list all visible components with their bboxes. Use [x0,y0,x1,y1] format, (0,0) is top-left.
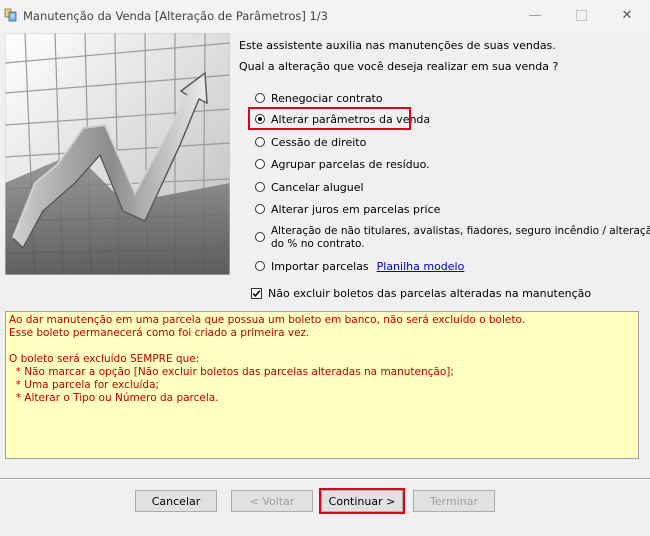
check-icon [252,290,261,298]
radio-button[interactable] [255,137,265,147]
option-label: Cancelar aluguel [271,181,364,194]
radio-button[interactable] [255,261,265,271]
radio-button[interactable] [255,182,265,192]
note-line: Esse boleto permanecerá como foi criado … [9,327,310,339]
minimize-button[interactable]: — [512,0,558,31]
maximize-button[interactable] [558,0,604,31]
option-label-line1: Alteração de não titulares, avalistas, f… [271,225,650,237]
finish-button[interactable]: Terminar [413,490,495,512]
intro-text: Este assistente auxilia nas manutenções … [239,39,556,52]
footer-divider [0,478,650,480]
app-icon [4,8,17,22]
option-label-text: Importar parcelas [271,260,369,273]
option-label: Agrupar parcelas de resíduo. [271,158,430,171]
note-line: * Não marcar a opção [Não excluir boleto… [9,366,454,378]
highlight-continue-button [319,488,405,514]
note-line: * Alterar o Tipo ou Número da parcela. [9,392,219,404]
note-line: O boleto será excluído SEMPRE que: [9,353,200,365]
question-text: Qual a alteração que você deseja realiza… [239,60,559,73]
note-line: Ao dar manutenção em uma parcela que pos… [9,314,526,326]
window-title: Manutenção da Venda [Alteração de Parâme… [23,9,329,23]
option-label: Alterar juros em parcelas price [271,203,441,216]
option-cancelar-aluguel[interactable]: Cancelar aluguel [255,181,364,194]
keep-boletos-label: Não excluir boletos das parcelas alterad… [268,287,592,300]
option-alterar-juros[interactable]: Alterar juros em parcelas price [255,203,440,216]
title-bar[interactable]: Manutenção da Venda [Alteração de Parâme… [0,0,650,31]
radio-button[interactable] [255,204,265,214]
option-label: Renegociar contrato [271,92,383,105]
wizard-window: Manutenção da Venda [Alteração de Parâme… [0,0,650,536]
maximize-icon [575,10,587,21]
option-alteracao-titulares[interactable]: Alteração de não titulares, avalistas, f… [255,225,650,251]
info-notes-panel: Ao dar manutenção em uma parcela que pos… [5,311,639,459]
back-button[interactable]: < Voltar [231,490,313,512]
option-renegociar-contrato[interactable]: Renegociar contrato [255,92,383,105]
planilha-modelo-link[interactable]: Planilha modelo [377,260,465,273]
highlight-selected-option [248,107,411,130]
option-cessao-direito[interactable]: Cessão de direito [255,136,366,149]
close-button[interactable]: ✕ [604,0,650,31]
close-icon: ✕ [621,8,633,23]
note-line [9,340,635,353]
chart-illustration [5,33,230,275]
keep-boletos-checkbox[interactable] [251,288,262,299]
option-importar-parcelas[interactable]: Importar parcelas Planilha modelo [255,260,464,273]
radio-button[interactable] [255,159,265,169]
cancel-button[interactable]: Cancelar [135,490,217,512]
radio-button[interactable] [255,232,265,242]
option-label: Importar parcelas Planilha modelo [271,260,464,273]
option-label: Cessão de direito [271,136,367,149]
radio-button[interactable] [255,93,265,103]
minimize-icon: — [528,8,542,23]
option-label: Alteração de não titulares, avalistas, f… [271,225,650,251]
keep-boletos-option[interactable]: Não excluir boletos das parcelas alterad… [251,287,591,300]
note-line: * Uma parcela for excluída; [9,379,160,391]
option-agrupar-parcelas[interactable]: Agrupar parcelas de resíduo. [255,158,430,171]
option-label-line2: do % no contrato. [271,238,365,250]
